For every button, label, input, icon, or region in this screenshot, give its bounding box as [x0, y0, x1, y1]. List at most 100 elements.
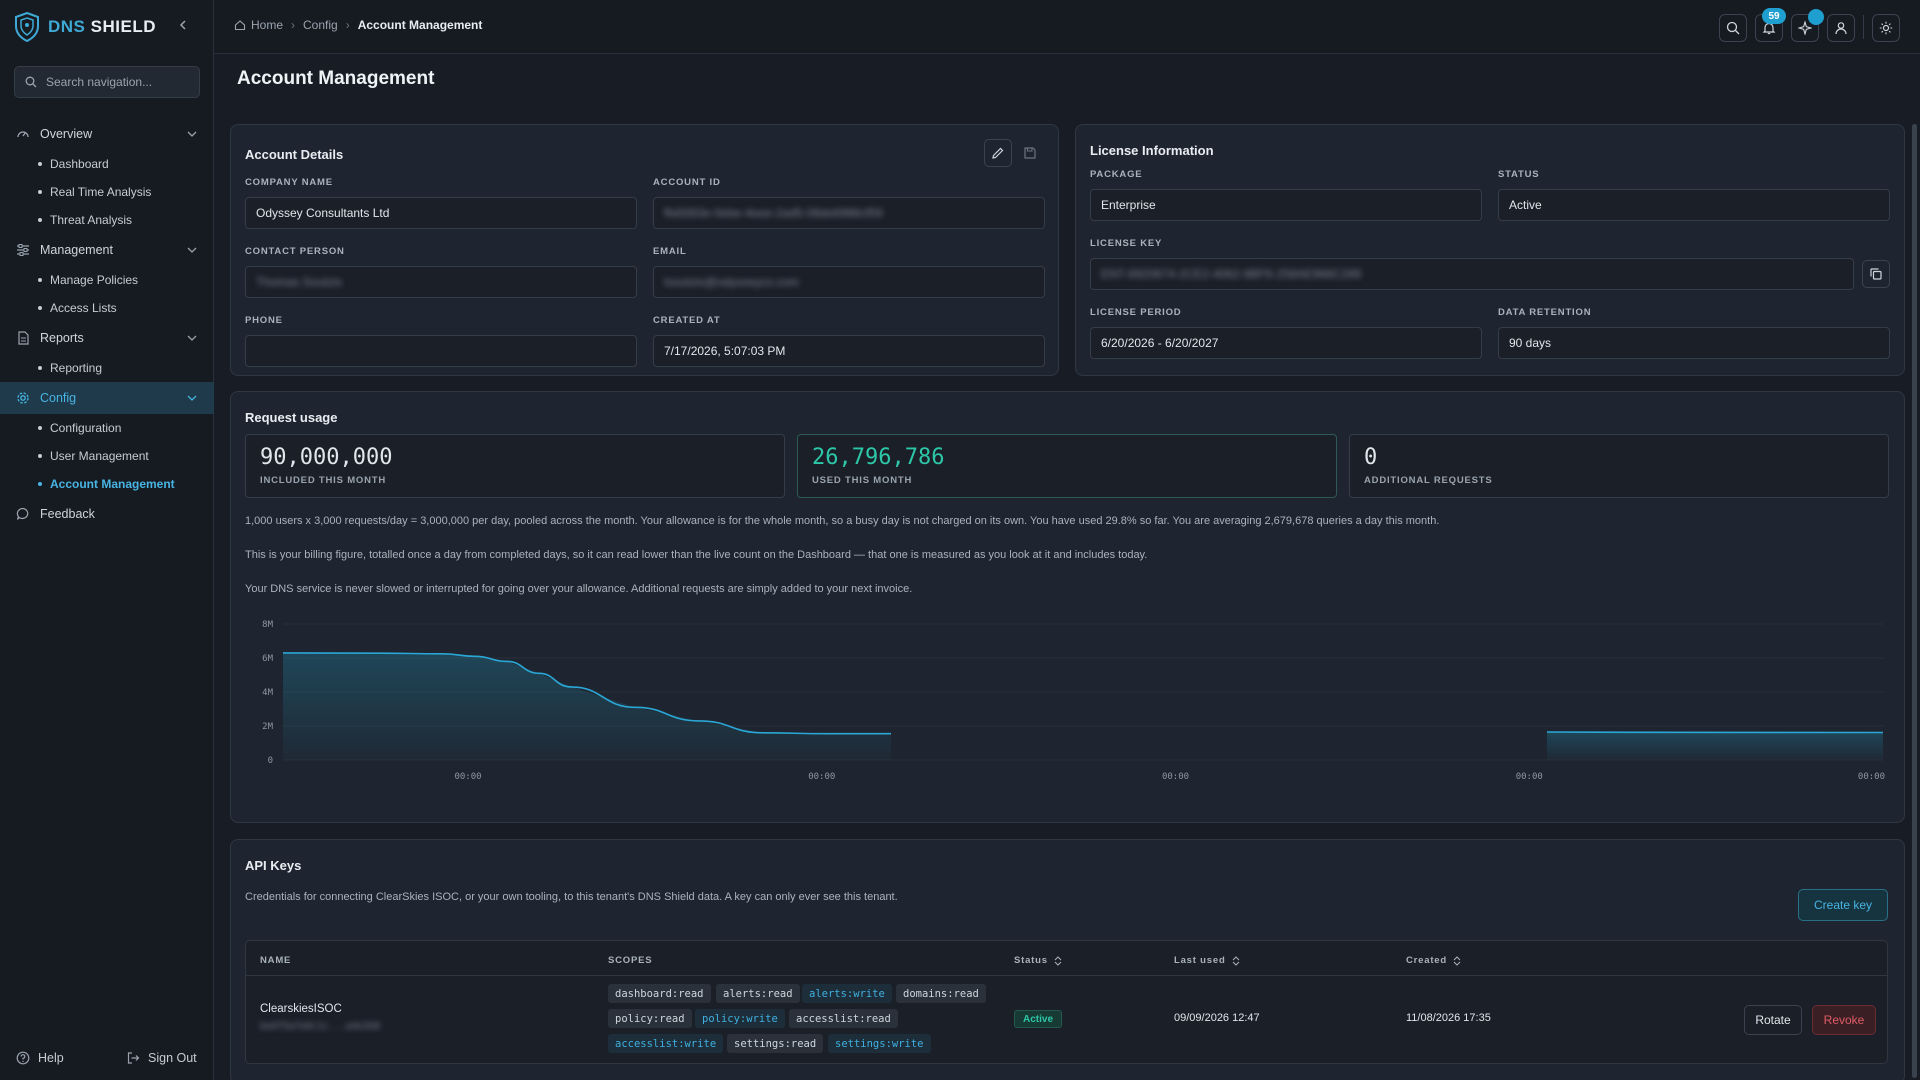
sidebar-item-user-management[interactable]: User Management [38, 444, 149, 468]
status-value: Active [1509, 198, 1542, 212]
sidebar: DNS SHIELD Search navigation... Overview… [0, 0, 214, 1080]
contact-person-field[interactable]: Thomas Soutzis [245, 266, 637, 298]
notification-count-badge: 59 [1762, 8, 1786, 24]
chevron-down-icon [187, 247, 197, 253]
sign-out-icon [127, 1052, 140, 1064]
breadcrumb-current: Account Management [357, 18, 483, 32]
nav-group-label: Overview [40, 127, 93, 141]
search-icon [1726, 21, 1740, 35]
sidebar-item-real-time-analysis[interactable]: Real Time Analysis [38, 180, 151, 204]
api-keys-description: Credentials for connecting ClearSkies IS… [245, 891, 898, 903]
user-icon [1835, 22, 1847, 35]
topbar-divider [1863, 15, 1864, 39]
y-tick-label: 4M [262, 688, 273, 698]
y-tick-label: 8M [262, 620, 273, 630]
company-name-field[interactable]: Odyssey Consultants Ltd [245, 197, 637, 229]
data-retention-field[interactable]: 90 days [1498, 327, 1890, 359]
breadcrumb-config[interactable]: Config [303, 18, 338, 32]
sidebar-footer: Help Sign Out [0, 1044, 214, 1072]
usage-line [1546, 731, 1884, 734]
y-tick-label: 2M [262, 722, 273, 732]
usage-explanation-3: Your DNS service is never slowed or inte… [245, 583, 913, 595]
col-last-used[interactable]: Last used [1174, 955, 1240, 966]
status-field[interactable]: Active [1498, 189, 1890, 221]
revoke-key-button[interactable]: Revoke [1812, 1005, 1876, 1035]
home-icon [234, 20, 246, 31]
created-at-field[interactable]: 7/17/2026, 5:07:03 PM [653, 335, 1045, 367]
phone-label: PHONE [245, 315, 283, 326]
sign-out-button[interactable]: Sign Out [126, 1051, 197, 1065]
sidebar-item-account-management[interactable]: Account Management [38, 472, 175, 496]
sidebar-item-threat-analysis[interactable]: Threat Analysis [38, 208, 132, 232]
page-title: Account Management [237, 68, 435, 89]
sort-icon [1054, 955, 1062, 966]
email-label: EMAIL [653, 246, 687, 257]
package-field[interactable]: Enterprise [1090, 189, 1482, 221]
phone-field[interactable] [245, 335, 637, 367]
contact-person-label: CONTACT PERSON [245, 246, 345, 257]
sort-icon [1232, 955, 1239, 966]
nav-group-label: Reports [40, 331, 84, 345]
license-period-field[interactable]: 6/20/2026 - 6/20/2027 [1090, 327, 1482, 359]
global-search-button[interactable] [1719, 14, 1747, 42]
sidebar-item-manage-policies[interactable]: Manage Policies [38, 268, 138, 292]
sidebar-item-reporting[interactable]: Reporting [38, 356, 102, 380]
api-keys-table: NAME SCOPES Status Last used Created Cle… [245, 940, 1888, 1064]
sliders-icon [17, 244, 29, 256]
edit-button[interactable] [984, 139, 1012, 167]
col-status[interactable]: Status [1014, 955, 1062, 966]
help-button[interactable]: Help [16, 1051, 64, 1065]
license-info-card: License Information PACKAGE Enterprise S… [1075, 124, 1905, 376]
nav-feedback[interactable]: Feedback [0, 498, 214, 530]
logo[interactable]: DNS SHIELD [14, 12, 156, 42]
license-key-label: LICENSE KEY [1090, 238, 1163, 249]
breadcrumb-home[interactable]: Home [251, 18, 283, 32]
contact-person-value: Thomas Soutzis [256, 275, 343, 289]
nav-group-overview[interactable]: Overview [0, 118, 214, 150]
gear-icon [17, 392, 29, 404]
help-label: Help [38, 1051, 64, 1065]
chat-bubble-icon [16, 507, 29, 520]
scope-chip: policy:write [695, 1009, 785, 1028]
feedback-label: Feedback [40, 507, 95, 521]
col-name: NAME [260, 955, 292, 966]
license-key-field[interactable]: ENT-6920674-2CE2-4062-9BF6-258AE968C289 [1090, 258, 1854, 290]
nav-search-input[interactable]: Search navigation... [14, 66, 200, 98]
stat-included: 90,000,000 INCLUDED THIS MONTH [245, 434, 785, 498]
page-scrollbar[interactable] [1912, 124, 1917, 1078]
nav-group-config[interactable]: Config [0, 382, 214, 414]
rotate-key-button[interactable]: Rotate [1744, 1005, 1802, 1035]
brand-part1: DNS [48, 17, 86, 36]
user-profile-button[interactable] [1827, 14, 1855, 42]
nav-group-reports[interactable]: Reports [0, 322, 214, 354]
col-scopes: SCOPES [608, 955, 653, 966]
x-tick-label: 00:00 [1858, 772, 1885, 782]
new-indicator-dot [1808, 9, 1824, 25]
breadcrumb: Home › Config › Account Management [234, 18, 482, 32]
package-label: PACKAGE [1090, 169, 1143, 180]
x-tick-label: 00:00 [1162, 772, 1189, 782]
email-field[interactable]: tsoutzis@odysseycs.com [653, 266, 1045, 298]
shield-logo-icon [15, 12, 39, 42]
key-hint: ba4f5a7e0c1c...a4e2b8 [260, 1021, 381, 1032]
copy-license-key-button[interactable] [1862, 260, 1890, 288]
create-key-button[interactable]: Create key [1798, 889, 1888, 921]
scope-chip: policy:read [608, 1009, 692, 1028]
account-id-field[interactable]: ffa5563e-0ebe-4eee-2ad5-08de6986cf59 [653, 197, 1045, 229]
theme-toggle-button[interactable] [1872, 14, 1900, 42]
status-badge: Active [1014, 1010, 1063, 1028]
collapse-sidebar-icon[interactable] [176, 18, 190, 34]
sidebar-item-dashboard[interactable]: Dashboard [38, 152, 109, 176]
save-button[interactable] [1016, 139, 1044, 167]
scope-chip: alerts:read [716, 984, 800, 1003]
col-created[interactable]: Created [1406, 955, 1461, 966]
sidebar-item-access-lists[interactable]: Access Lists [38, 296, 117, 320]
nav-group-management[interactable]: Management [0, 234, 214, 266]
search-icon [25, 76, 37, 88]
sidebar-item-configuration[interactable]: Configuration [38, 416, 121, 440]
stat-used: 26,796,786 USED THIS MONTH [797, 434, 1337, 498]
company-name-label: COMPANY NAME [245, 177, 333, 188]
email-value: tsoutzis@odysseycs.com [664, 275, 799, 289]
brand-part2: SHIELD [90, 17, 156, 36]
account-id-value: ffa5563e-0ebe-4eee-2ad5-08de6986cf59 [664, 206, 883, 220]
